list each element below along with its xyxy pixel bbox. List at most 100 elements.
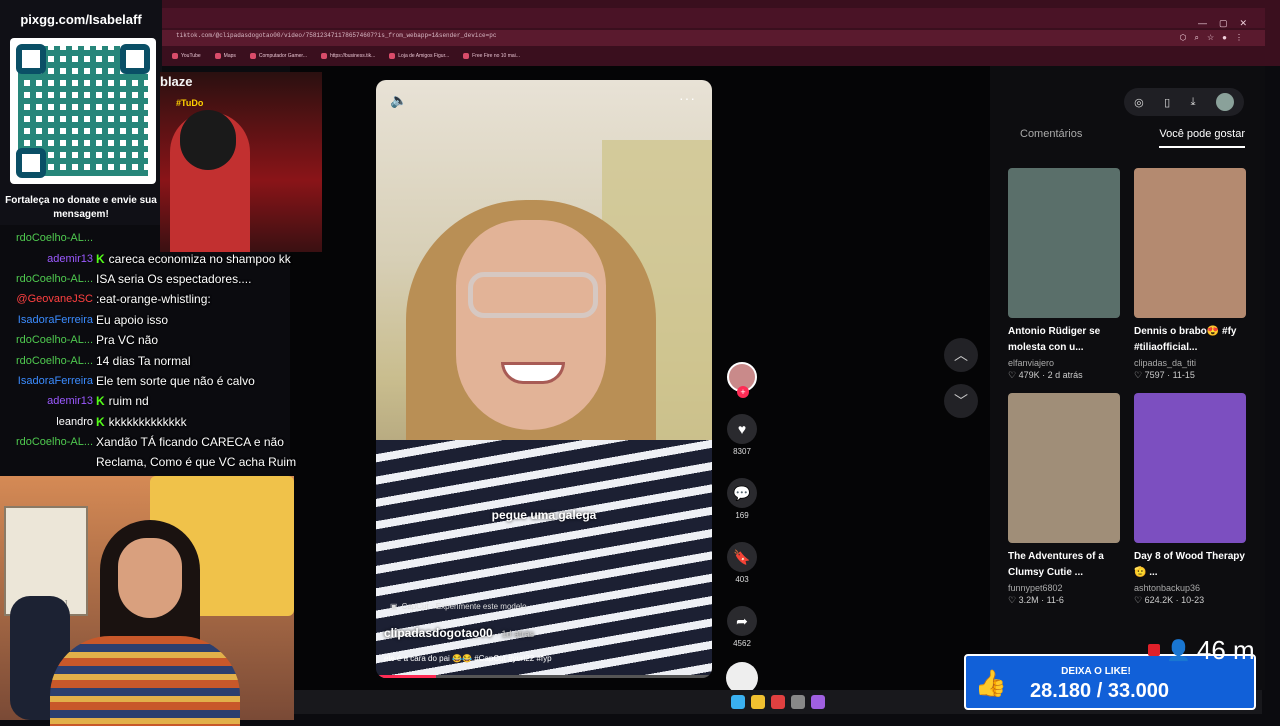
- profile-icon[interactable]: ●: [1222, 33, 1227, 43]
- chat-message: rdoCoelho-AL... ISA seria Os espectadores…: [0, 269, 300, 289]
- chat-username[interactable]: @GeovaneJSC: [0, 293, 96, 305]
- chrome-icon[interactable]: [771, 695, 785, 709]
- chat-text: 14 dias Ta normal: [96, 353, 191, 368]
- video-thumbnail[interactable]: [1008, 393, 1120, 543]
- follow-plus-icon[interactable]: +: [737, 386, 749, 398]
- menu-icon[interactable]: ⋮: [1235, 33, 1243, 43]
- sponsor-tag: #TuDo: [176, 98, 204, 108]
- card-username[interactable]: elfanviajero: [1008, 358, 1120, 368]
- chat-text: kkkkkkkkkkkkk: [108, 414, 187, 429]
- chat-username[interactable]: ademir13: [0, 253, 96, 265]
- donation-message: Fortaleça no donate e envie sua mensagem…: [5, 195, 157, 220]
- comment-icon: 💬: [733, 484, 751, 501]
- tab-comments[interactable]: Comentários: [1020, 128, 1082, 148]
- goal-value: 28.180 / 33.000: [1030, 680, 1170, 702]
- extension-icon[interactable]: ⬡: [1180, 33, 1187, 43]
- bookmark-item[interactable]: Maps: [214, 53, 236, 59]
- author-name[interactable]: clipadasdogotao00: [384, 626, 493, 640]
- like-button[interactable]: ♥: [727, 414, 757, 444]
- browser-titlebar: — ▢ ✕: [160, 8, 1265, 28]
- maximize-icon[interactable]: ▢: [1219, 18, 1228, 29]
- card-title[interactable]: The Adventures of a Clumsy Cutie ...: [1008, 549, 1120, 581]
- video-thumbnail[interactable]: [1134, 393, 1246, 543]
- goal-label: DEIXA O LIKE!: [1061, 666, 1131, 677]
- bookmark-icon: [389, 53, 396, 59]
- chat-text: Ele tem sorte que não é calvo: [96, 373, 255, 388]
- save-button[interactable]: 🔖: [727, 542, 757, 572]
- card-username[interactable]: clipadas_da_titi: [1134, 358, 1246, 368]
- qr-finder-mark: [16, 44, 46, 74]
- recommended-video-card[interactable]: The Adventures of a Clumsy Cutie ... funn…: [1008, 393, 1120, 606]
- bookmark-item[interactable]: https://business.tik...: [320, 53, 375, 59]
- address-bar-icons: ⬡ ⌕ ☆ ● ⋮: [1180, 33, 1243, 43]
- share-button[interactable]: ➦: [727, 606, 757, 636]
- chat-username[interactable]: rdoCoelho-AL...: [0, 355, 96, 367]
- chat-username[interactable]: rdoCoelho-AL...: [0, 232, 96, 244]
- bookmark-icon: 🔖: [733, 548, 751, 565]
- mobile-icon[interactable]: ▯: [1164, 96, 1170, 109]
- more-horizontal-icon[interactable]: ···: [679, 90, 696, 106]
- capcut-text: CapCut · Experimente este modelo: [401, 602, 527, 611]
- right-panel-tabs: Comentários Você pode gostar: [1020, 128, 1245, 148]
- search-icon[interactable]: ⌕: [1195, 33, 1199, 43]
- chat-username[interactable]: ademir13: [0, 395, 96, 407]
- bookmark-item[interactable]: Computador Gamer...: [249, 53, 307, 59]
- windows-start-icon[interactable]: [731, 695, 745, 709]
- viewer-counter: 👤 46 m: [1148, 635, 1255, 665]
- card-stats: ♡ 3.2M · 11-6: [1008, 595, 1064, 605]
- card-title[interactable]: Day 8 of Wood Therapy 🫡 ...: [1134, 549, 1246, 581]
- address-bar[interactable]: tiktok.com/@clipadasdogotao00/video/7581…: [160, 30, 1265, 46]
- sponsor-logo: blaze: [160, 74, 193, 89]
- kick-badge-icon: K: [96, 414, 105, 429]
- card-username[interactable]: ashtonbackup36: [1134, 583, 1246, 593]
- chat-message: rdoCoelho-AL... Xandão TÁ ficando CARECA …: [0, 432, 300, 452]
- chat-username[interactable]: IsadoraFerreira: [0, 314, 96, 326]
- video-author[interactable]: clipadasdogotao00 · 1d atrás: [384, 626, 534, 640]
- minimize-icon[interactable]: —: [1198, 18, 1207, 29]
- bookmark-label: Maps: [223, 53, 236, 59]
- bookmark-item[interactable]: YouTube: [172, 53, 201, 59]
- chat-text: Xandão TÁ ficando CARECA e não: [96, 435, 284, 450]
- qr-finder-mark: [120, 44, 150, 74]
- video-thumbnail[interactable]: [1134, 168, 1246, 318]
- comment-button[interactable]: 💬: [727, 478, 757, 508]
- chat-username[interactable]: IsadoraFerreira: [0, 375, 96, 387]
- card-title[interactable]: Dennis o brabo😍 #fy #tiliaofficial...: [1134, 324, 1246, 356]
- download-icon[interactable]: ⤓: [1191, 96, 1196, 109]
- close-icon[interactable]: ✕: [1239, 18, 1247, 29]
- app-icon[interactable]: [811, 695, 825, 709]
- card-username[interactable]: funnypet6802: [1008, 583, 1120, 593]
- chat-message: ademir13 Kcareca economiza no shampoo kk: [0, 248, 300, 268]
- recommended-video-card[interactable]: Day 8 of Wood Therapy 🫡 ... ashtonbackup3…: [1134, 393, 1246, 606]
- chat-username[interactable]: rdoCoelho-AL...: [0, 334, 96, 346]
- bookmark-item[interactable]: Free Fire no 10 mai...: [463, 53, 520, 59]
- tab-you-may-like[interactable]: Você pode gostar: [1159, 128, 1245, 148]
- url-text[interactable]: tiktok.com/@clipadasdogotao00/video/7581…: [176, 32, 496, 39]
- capcut-banner[interactable]: ▣ CapCut · Experimente este modelo: [390, 602, 527, 611]
- card-title[interactable]: Antonio Rüdiger se molesta con u...: [1008, 324, 1120, 356]
- previous-video-button[interactable]: ︿: [944, 338, 978, 372]
- video-progress-bar[interactable]: [376, 675, 712, 678]
- chat-username[interactable]: rdoCoelho-AL...: [0, 436, 96, 448]
- user-avatar[interactable]: [1215, 93, 1234, 111]
- star-icon[interactable]: ☆: [1207, 33, 1214, 43]
- chat-message: leandro Kkkkkkkkkkkkkk: [0, 412, 300, 432]
- chat-username[interactable]: leandro: [0, 416, 96, 428]
- settings-icon[interactable]: [791, 695, 805, 709]
- creator-avatar[interactable]: +: [727, 362, 757, 398]
- compass-icon[interactable]: ◎: [1134, 96, 1144, 109]
- recommended-video-card[interactable]: Dennis o brabo😍 #fy #tiliaofficial... cli…: [1134, 168, 1246, 381]
- video-thumbnail[interactable]: [1008, 168, 1120, 318]
- video-caption-overlay: pegue uma galega: [491, 508, 597, 522]
- chat-username[interactable]: rdoCoelho-AL...: [0, 273, 96, 285]
- volume-icon[interactable]: 🔈: [390, 92, 407, 109]
- video-subject-face: [456, 220, 606, 430]
- chat-text: Eu apoio isso: [96, 312, 169, 327]
- next-video-button[interactable]: ﹀: [944, 384, 978, 418]
- window-controls: — ▢ ✕: [1198, 18, 1247, 29]
- recommended-video-card[interactable]: Antonio Rüdiger se molesta con u... elfan…: [1008, 168, 1120, 381]
- file-explorer-icon[interactable]: [751, 695, 765, 709]
- video-player[interactable]: 🔈 ··· pegue uma galega ▣ CapCut · Experi…: [376, 80, 712, 678]
- bookmark-item[interactable]: Loja de Amigos Figur...: [389, 53, 449, 59]
- chevron-down-icon: ﹀: [954, 393, 968, 409]
